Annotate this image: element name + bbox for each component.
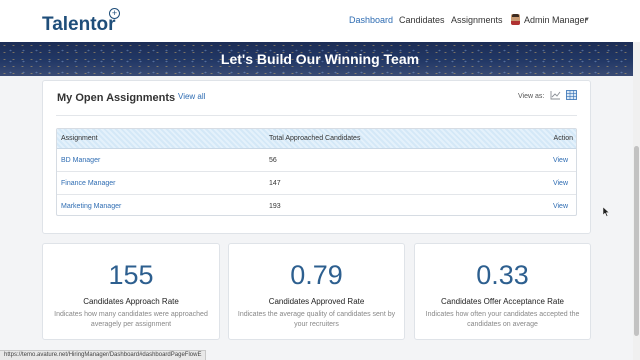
assignment-link[interactable]: BD Manager bbox=[61, 157, 100, 164]
banner-title: Let's Build Our Winning Team bbox=[220, 51, 420, 67]
stat-value: 155 bbox=[108, 260, 154, 290]
column-header-total[interactable]: Total Approached Candidates bbox=[269, 135, 360, 142]
view-button[interactable]: View bbox=[553, 157, 568, 164]
view-button[interactable]: View bbox=[553, 180, 568, 187]
view-as-label: View as: bbox=[518, 93, 545, 100]
column-header-action: Action bbox=[553, 135, 573, 142]
user-menu[interactable]: Admin Manager bbox=[524, 15, 588, 25]
section-divider bbox=[56, 115, 577, 116]
hero-banner: Let's Build Our Winning Team bbox=[0, 42, 640, 76]
scrollbar-thumb[interactable] bbox=[634, 146, 639, 336]
logo-plus-icon: + bbox=[109, 8, 120, 19]
stat-label: Candidates Approach Rate bbox=[83, 297, 179, 306]
stat-label: Candidates Offer Acceptance Rate bbox=[440, 297, 565, 306]
assignment-link[interactable]: Marketing Manager bbox=[61, 203, 121, 210]
table-view-icon[interactable] bbox=[566, 90, 577, 100]
page-scrollbar[interactable] bbox=[633, 42, 640, 360]
stat-description: Indicates the average quality of candida… bbox=[237, 311, 396, 328]
section-title: My Open Assignments bbox=[57, 92, 176, 104]
offer-acceptance-rate-card: 0.33 Candidates Offer Acceptance Rate In… bbox=[414, 243, 591, 340]
mouse-cursor-icon bbox=[603, 207, 610, 217]
stat-description: Indicates how often your candidates acce… bbox=[425, 311, 580, 328]
approach-rate-card: 155 Candidates Approach Rate Indicates h… bbox=[42, 243, 220, 340]
table-row: Finance Manager 147 View bbox=[57, 172, 576, 195]
talentor-logo[interactable]: Talentor bbox=[42, 14, 116, 36]
stat-label: Candidates Approved Rate bbox=[268, 297, 365, 306]
nav-dashboard[interactable]: Dashboard bbox=[349, 15, 393, 25]
column-header-assignment[interactable]: Assignment bbox=[61, 135, 98, 142]
nav-candidates[interactable]: Candidates bbox=[399, 15, 445, 25]
view-all-link[interactable]: View all bbox=[178, 92, 205, 101]
approved-rate-card: 0.79 Candidates Approved Rate Indicates … bbox=[228, 243, 405, 340]
status-bar-url: https://temo.avature.net/HiringManager/D… bbox=[0, 350, 207, 360]
table-header: Assignment Total Approached Candidates A… bbox=[57, 129, 576, 149]
approached-count: 147 bbox=[269, 180, 281, 187]
view-button[interactable]: View bbox=[553, 203, 568, 210]
table-row: Marketing Manager 193 View bbox=[57, 195, 576, 215]
approached-count: 193 bbox=[269, 203, 281, 210]
stat-value: 0.33 bbox=[476, 260, 529, 290]
assignment-link[interactable]: Finance Manager bbox=[61, 180, 115, 187]
line-chart-view-icon[interactable] bbox=[550, 90, 561, 100]
nav-assignments[interactable]: Assignments bbox=[451, 15, 503, 25]
assignments-table: Assignment Total Approached Candidates A… bbox=[56, 128, 577, 216]
top-navbar: Talentor + Dashboard Candidates Assignme… bbox=[0, 0, 640, 42]
stat-description: Indicates how many candidates were appro… bbox=[54, 311, 208, 328]
approached-count: 56 bbox=[269, 157, 277, 164]
table-row: BD Manager 56 View bbox=[57, 149, 576, 172]
stat-value: 0.79 bbox=[290, 260, 343, 290]
chevron-down-icon[interactable]: ▼ bbox=[584, 17, 590, 23]
user-avatar-icon[interactable] bbox=[511, 14, 520, 25]
